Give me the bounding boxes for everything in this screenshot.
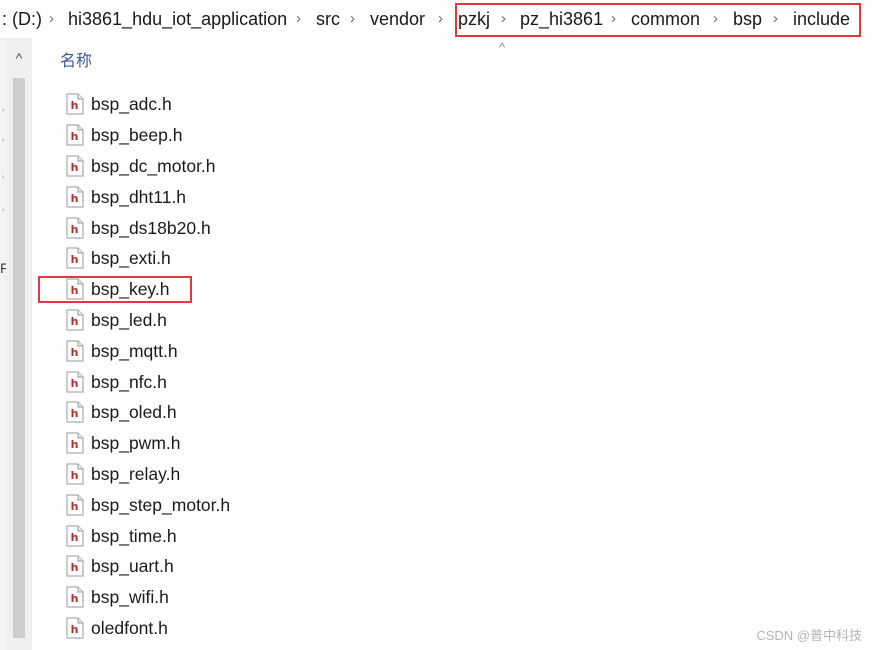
breadcrumb-item-drive[interactable]: : (D:) bbox=[2, 8, 42, 30]
file-name-label: bsp_pwm.h bbox=[91, 433, 181, 454]
file-name-label: bsp_key.h bbox=[91, 279, 170, 300]
breadcrumb-separator-icon[interactable]: › bbox=[773, 8, 778, 30]
breadcrumb-item-project[interactable]: hi3861_hdu_iot_application bbox=[68, 8, 287, 30]
c-header-file-icon: h bbox=[66, 555, 84, 577]
c-header-file-icon: h bbox=[66, 432, 84, 454]
file-name-label: bsp_led.h bbox=[91, 309, 167, 330]
svg-text:h: h bbox=[71, 377, 79, 390]
c-header-file-icon: h bbox=[66, 186, 84, 208]
file-list-item[interactable]: h bsp_beep.h bbox=[64, 120, 664, 151]
svg-text:h: h bbox=[71, 592, 79, 605]
file-name-label: bsp_beep.h bbox=[91, 125, 183, 146]
c-header-file-icon: h bbox=[66, 340, 84, 362]
file-list-item[interactable]: h bsp_time.h bbox=[64, 520, 664, 551]
file-list-item[interactable]: h bsp_relay.h bbox=[64, 459, 664, 490]
file-name-label: bsp_adc.h bbox=[91, 94, 172, 115]
breadcrumb-item-include[interactable]: include bbox=[793, 8, 850, 30]
breadcrumb-item-pz-hi3861[interactable]: pz_hi3861 bbox=[520, 8, 603, 30]
file-name-label: bsp_oled.h bbox=[91, 402, 177, 423]
file-list-item[interactable]: h oledfont.h bbox=[64, 613, 664, 644]
c-header-file-icon: h bbox=[66, 93, 84, 115]
c-header-file-icon: h bbox=[66, 525, 84, 547]
svg-text:h: h bbox=[71, 192, 79, 205]
file-name-label: bsp_dc_motor.h bbox=[91, 155, 216, 176]
watermark: CSDN @普中科技 bbox=[756, 628, 862, 643]
c-header-file-icon: h bbox=[66, 217, 84, 239]
address-bar-breadcrumb: : (D:) › hi3861_hdu_iot_application › sr… bbox=[0, 0, 874, 38]
svg-text:h: h bbox=[71, 469, 79, 482]
svg-text:h: h bbox=[71, 161, 79, 174]
svg-text:h: h bbox=[71, 315, 79, 328]
breadcrumb-item-pzkj[interactable]: pzkj bbox=[458, 8, 490, 30]
file-name-label: oledfont.h bbox=[91, 617, 168, 638]
breadcrumb-separator-icon[interactable]: › bbox=[611, 8, 616, 30]
file-list-item[interactable]: h bsp_ds18b20.h bbox=[64, 212, 664, 243]
c-header-file-icon: h bbox=[66, 586, 84, 608]
c-header-file-icon: h bbox=[66, 278, 84, 300]
c-header-file-icon: h bbox=[66, 247, 84, 269]
breadcrumb-separator-icon[interactable]: › bbox=[501, 8, 506, 30]
c-header-file-icon: h bbox=[66, 124, 84, 146]
file-list: h bsp_adc.h h bsp_beep.h h bsp_dc_motor.h h bsp… bbox=[64, 89, 664, 643]
file-name-label: bsp_mqtt.h bbox=[91, 340, 178, 361]
file-list-item[interactable]: h bsp_oled.h bbox=[64, 397, 664, 428]
svg-text:h: h bbox=[71, 346, 79, 359]
file-name-label: bsp_exti.h bbox=[91, 248, 171, 269]
file-list-item[interactable]: h bsp_step_motor.h bbox=[64, 489, 664, 520]
svg-text:h: h bbox=[71, 99, 79, 112]
file-name-label: bsp_nfc.h bbox=[91, 371, 167, 392]
breadcrumb-separator-icon[interactable]: › bbox=[438, 8, 443, 30]
svg-text:h: h bbox=[71, 623, 79, 636]
file-list-item[interactable]: h bsp_pwm.h bbox=[64, 428, 664, 459]
scrollbar-thumb[interactable] bbox=[13, 78, 25, 638]
vertical-scrollbar[interactable]: ^ bbox=[6, 38, 32, 650]
c-header-file-icon: h bbox=[66, 617, 84, 639]
svg-text:h: h bbox=[71, 253, 79, 266]
breadcrumb-separator-icon[interactable]: › bbox=[350, 8, 355, 30]
c-header-file-icon: h bbox=[66, 309, 84, 331]
svg-text:h: h bbox=[71, 130, 79, 143]
file-name-label: bsp_step_motor.h bbox=[91, 494, 231, 515]
breadcrumb-separator-icon[interactable]: › bbox=[296, 8, 301, 30]
c-header-file-icon: h bbox=[66, 155, 84, 177]
file-list-item[interactable]: h bsp_nfc.h bbox=[64, 366, 664, 397]
svg-text:h: h bbox=[71, 561, 79, 574]
svg-text:h: h bbox=[71, 500, 79, 513]
breadcrumb-item-vendor[interactable]: vendor bbox=[370, 8, 425, 30]
svg-text:h: h bbox=[71, 223, 79, 236]
scroll-up-arrow-icon[interactable]: ^ bbox=[6, 48, 32, 68]
file-list-item[interactable]: h bsp_wifi.h bbox=[64, 582, 664, 613]
svg-text:h: h bbox=[71, 284, 79, 297]
file-name-label: bsp_relay.h bbox=[91, 463, 181, 484]
c-header-file-icon: h bbox=[66, 494, 84, 516]
column-header-name[interactable]: 名称 bbox=[60, 52, 92, 72]
file-name-label: bsp_dht11.h bbox=[91, 186, 187, 207]
file-name-label: bsp_ds18b20.h bbox=[91, 217, 211, 238]
breadcrumb-item-bsp[interactable]: bsp bbox=[733, 8, 762, 30]
svg-text:h: h bbox=[71, 438, 79, 451]
c-header-file-icon: h bbox=[66, 401, 84, 423]
breadcrumb-separator-icon[interactable]: › bbox=[713, 8, 718, 30]
svg-text:h: h bbox=[71, 407, 79, 420]
breadcrumb-item-src[interactable]: src bbox=[316, 8, 340, 30]
c-header-file-icon: h bbox=[66, 463, 84, 485]
file-name-label: bsp_time.h bbox=[91, 525, 177, 546]
c-header-file-icon: h bbox=[66, 371, 84, 393]
file-name-label: bsp_uart.h bbox=[91, 556, 174, 577]
file-list-item[interactable]: h bsp_mqtt.h bbox=[64, 335, 664, 366]
file-list-item[interactable]: h bsp_led.h bbox=[64, 305, 664, 336]
file-list-item[interactable]: h bsp_uart.h bbox=[64, 551, 664, 582]
file-list-item[interactable]: h bsp_adc.h bbox=[64, 89, 664, 120]
file-name-label: bsp_wifi.h bbox=[91, 587, 169, 608]
file-list-item[interactable]: h bsp_key.h bbox=[64, 274, 664, 305]
file-list-item[interactable]: h bsp_dc_motor.h bbox=[64, 151, 664, 182]
breadcrumb-item-common[interactable]: common bbox=[631, 8, 700, 30]
file-list-item[interactable]: h bsp_exti.h bbox=[64, 243, 664, 274]
sort-ascending-icon[interactable]: ^ bbox=[499, 40, 505, 55]
file-list-item[interactable]: h bsp_dht11.h bbox=[64, 181, 664, 212]
svg-text:h: h bbox=[71, 531, 79, 544]
breadcrumb-separator-icon[interactable]: › bbox=[49, 8, 54, 30]
